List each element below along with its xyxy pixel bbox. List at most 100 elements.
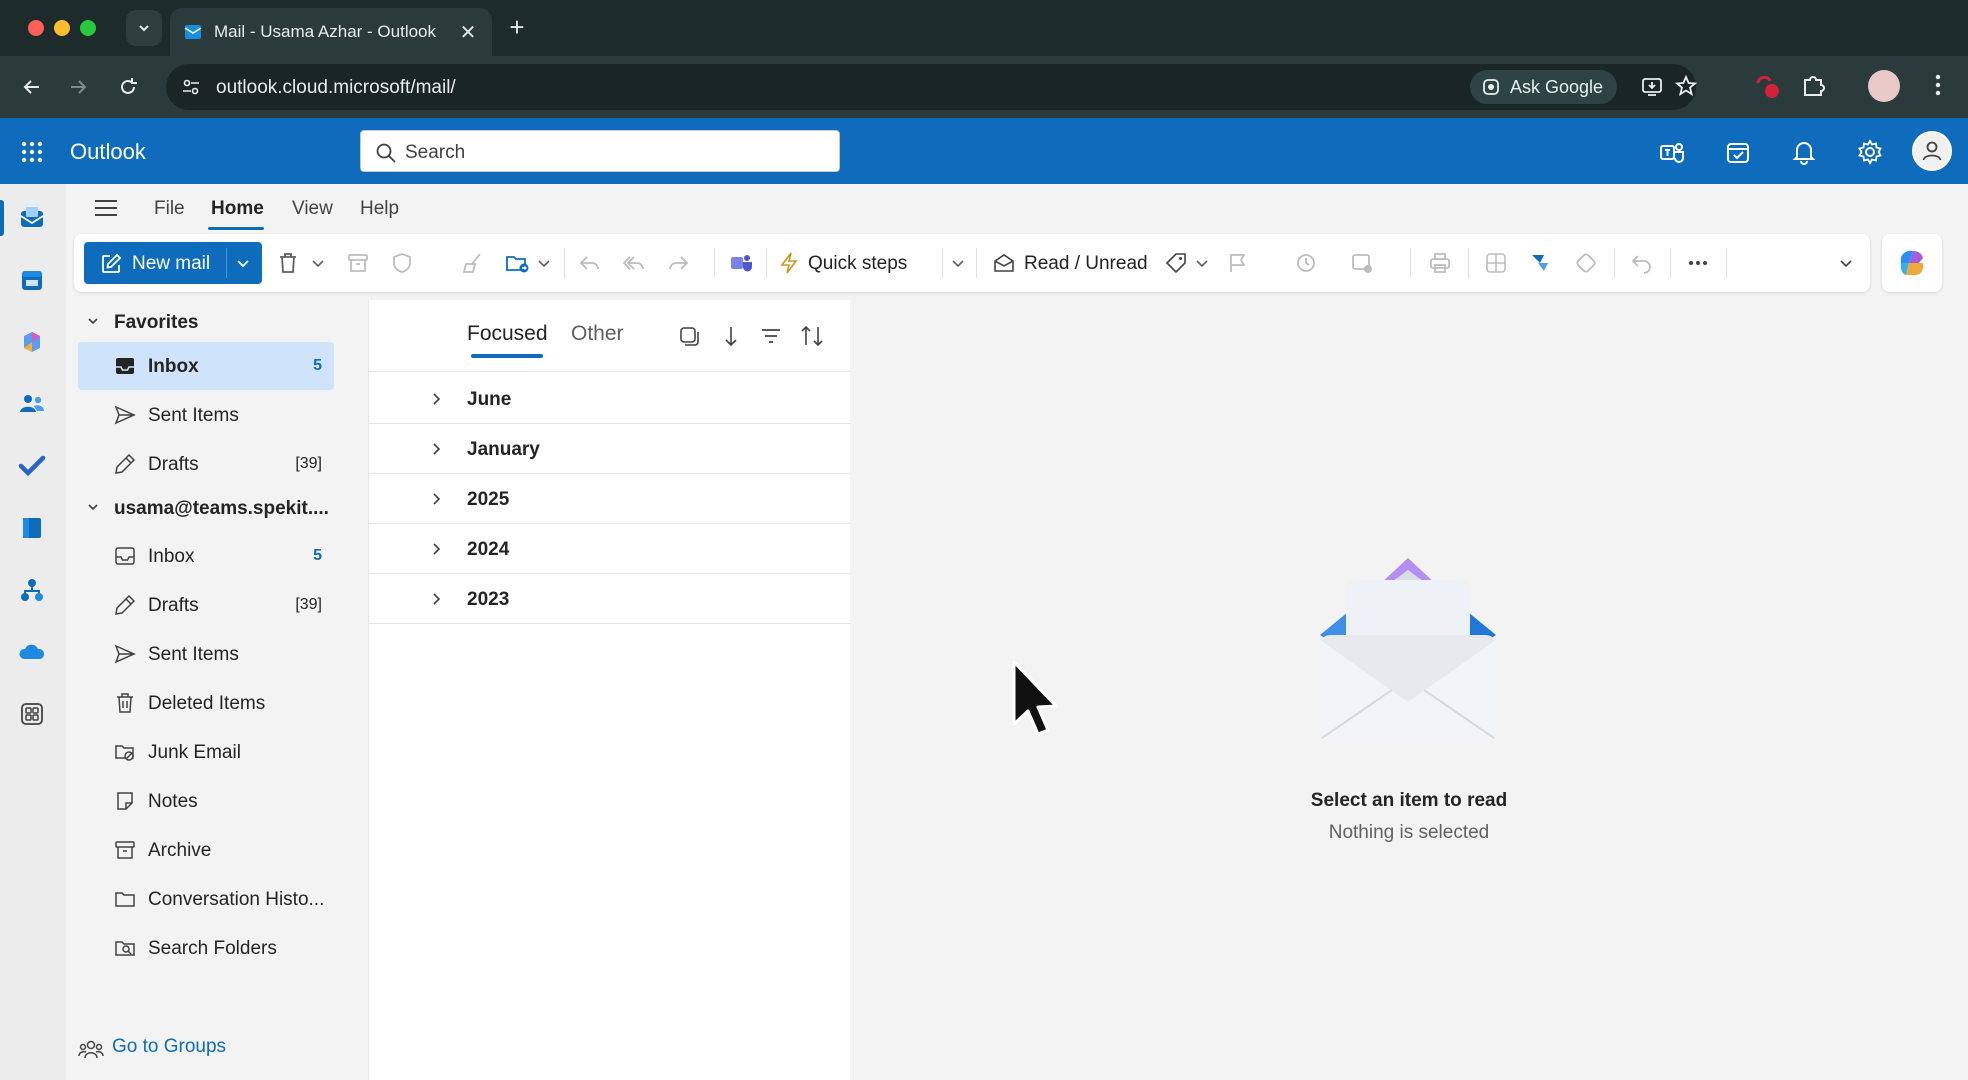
group-header-2023[interactable]: 2023 bbox=[369, 574, 851, 624]
folder-sent-items[interactable]: Sent Items bbox=[78, 630, 334, 678]
chevron-down-icon[interactable] bbox=[1838, 251, 1854, 275]
my-day-icon[interactable] bbox=[1724, 138, 1752, 166]
folder-favorites-sent-items[interactable]: Sent Items bbox=[78, 391, 334, 439]
go-to-groups-link[interactable]: Go to Groups bbox=[112, 1036, 226, 1058]
tab-focused[interactable]: Focused bbox=[467, 322, 548, 346]
hamburger-menu-icon[interactable] bbox=[94, 198, 118, 218]
profile-avatar[interactable] bbox=[1868, 70, 1900, 102]
read-unread-label[interactable]: Read / Unread bbox=[1024, 253, 1148, 275]
tab-search-button[interactable] bbox=[126, 10, 162, 46]
chevron-down-icon[interactable] bbox=[234, 254, 252, 272]
group-header-january[interactable]: January bbox=[369, 424, 851, 474]
new-mail-button[interactable]: New mail bbox=[84, 242, 262, 284]
chevron-down-icon[interactable] bbox=[536, 251, 552, 275]
rail-more-apps[interactable] bbox=[16, 698, 48, 730]
folder-drafts[interactable]: Drafts [39] bbox=[78, 581, 334, 629]
group-header-2024[interactable]: 2024 bbox=[369, 524, 851, 574]
account-heading[interactable]: usama@teams.spekit.... bbox=[114, 498, 329, 520]
quick-steps-label[interactable]: Quick steps bbox=[808, 253, 907, 275]
rail-mail[interactable] bbox=[16, 202, 48, 234]
close-window-button[interactable] bbox=[28, 20, 44, 36]
envelope-open-icon[interactable] bbox=[992, 251, 1016, 275]
move-to-folder-icon[interactable] bbox=[504, 251, 532, 275]
folder-inbox[interactable]: Inbox 5 bbox=[78, 532, 334, 580]
chevron-down-icon[interactable] bbox=[310, 251, 326, 275]
rail-copilot[interactable] bbox=[16, 326, 48, 358]
forward-button[interactable] bbox=[62, 71, 94, 103]
extensions-puzzle-icon[interactable] bbox=[1800, 71, 1828, 99]
apps-grid-icon[interactable] bbox=[1484, 251, 1508, 275]
rail-calendar[interactable] bbox=[16, 264, 48, 296]
settings-gear-icon[interactable] bbox=[1856, 138, 1884, 166]
group-header-2025[interactable]: 2025 bbox=[369, 474, 851, 524]
folder-label: Sent Items bbox=[148, 644, 239, 665]
select-all-icon[interactable] bbox=[677, 324, 701, 348]
folder-favorites-drafts[interactable]: Drafts [39] bbox=[78, 440, 334, 488]
ask-google-button[interactable]: Ask Google bbox=[1470, 70, 1618, 104]
new-tab-button[interactable]: + bbox=[502, 12, 532, 42]
copilot-button[interactable] bbox=[1882, 234, 1942, 292]
tab-view[interactable]: View bbox=[292, 198, 333, 220]
folder-archive[interactable]: Archive bbox=[78, 826, 334, 874]
folder-notes[interactable]: Notes bbox=[78, 777, 334, 825]
favorites-heading[interactable]: Favorites bbox=[114, 312, 198, 334]
chevron-down-icon[interactable] bbox=[86, 500, 100, 514]
search-input[interactable]: Search bbox=[360, 130, 840, 172]
folder-junk-email[interactable]: Junk Email bbox=[78, 728, 334, 776]
more-horizontal-icon[interactable] bbox=[1686, 251, 1710, 275]
reply-all-icon[interactable] bbox=[622, 251, 646, 275]
flag-icon[interactable] bbox=[1226, 251, 1250, 275]
rail-todo[interactable] bbox=[16, 450, 48, 482]
chevron-down-icon[interactable] bbox=[86, 314, 100, 328]
app-name[interactable]: Outlook bbox=[70, 139, 146, 165]
folder-search-folders[interactable]: Search Folders bbox=[78, 924, 334, 972]
site-settings-icon[interactable] bbox=[180, 76, 202, 98]
group-header-june[interactable]: June bbox=[369, 374, 851, 424]
browser-tab-outlook[interactable]: Mail - Usama Azhar - Outlook ✕ bbox=[170, 8, 492, 56]
close-tab-icon[interactable]: ✕ bbox=[456, 20, 480, 45]
sort-icon[interactable] bbox=[799, 324, 825, 348]
extension-alert-icon[interactable] bbox=[1752, 71, 1784, 103]
back-button[interactable] bbox=[16, 71, 48, 103]
rail-org[interactable] bbox=[16, 574, 48, 606]
chevron-down-icon[interactable] bbox=[950, 251, 966, 275]
forward-icon[interactable] bbox=[666, 251, 690, 275]
jump-to-arrow-icon[interactable] bbox=[719, 324, 743, 348]
teams-share-icon[interactable] bbox=[728, 251, 754, 275]
more-vertical-icon[interactable] bbox=[1924, 71, 1952, 99]
minimize-window-button[interactable] bbox=[54, 20, 70, 36]
rules-icon[interactable] bbox=[1350, 251, 1374, 275]
tab-file[interactable]: File bbox=[154, 198, 185, 220]
snooze-clock-icon[interactable] bbox=[1294, 251, 1318, 275]
install-app-icon[interactable] bbox=[1640, 74, 1664, 98]
print-icon[interactable] bbox=[1428, 251, 1452, 275]
notifications-bell-icon[interactable] bbox=[1790, 138, 1818, 166]
tab-home[interactable]: Home bbox=[211, 198, 264, 220]
rail-people[interactable] bbox=[16, 388, 48, 420]
undo-icon[interactable] bbox=[1630, 251, 1654, 275]
tab-other[interactable]: Other bbox=[571, 322, 624, 346]
chevron-down-icon[interactable] bbox=[1194, 251, 1210, 275]
folder-favorites-inbox[interactable]: Inbox 5 bbox=[78, 342, 334, 390]
folder-conversation-history[interactable]: Conversation Histo... bbox=[78, 875, 334, 923]
filter-icon[interactable] bbox=[759, 324, 783, 348]
account-avatar[interactable] bbox=[1912, 131, 1952, 171]
reply-icon[interactable] bbox=[578, 251, 602, 275]
bookmark-star-icon[interactable] bbox=[1674, 74, 1698, 98]
sweep-broom-icon[interactable] bbox=[460, 251, 484, 275]
tab-help[interactable]: Help bbox=[360, 198, 399, 220]
rail-bookings[interactable] bbox=[16, 512, 48, 544]
loop-icon[interactable] bbox=[1574, 251, 1598, 275]
maximize-window-button[interactable] bbox=[80, 20, 96, 36]
app-launcher-icon[interactable] bbox=[20, 140, 44, 164]
teams-icon[interactable] bbox=[1658, 138, 1686, 166]
archive-icon[interactable] bbox=[346, 251, 370, 275]
folder-deleted-items[interactable]: Deleted Items bbox=[78, 679, 334, 727]
address-bar[interactable]: outlook.cloud.microsoft/mail/ Ask Google bbox=[166, 64, 1698, 110]
rail-onedrive[interactable] bbox=[16, 636, 48, 668]
reload-button[interactable] bbox=[112, 71, 144, 103]
report-shield-icon[interactable] bbox=[390, 251, 414, 275]
delete-trash-icon[interactable] bbox=[276, 251, 300, 275]
tag-icon[interactable] bbox=[1164, 251, 1188, 275]
power-automate-icon[interactable] bbox=[1528, 251, 1552, 275]
